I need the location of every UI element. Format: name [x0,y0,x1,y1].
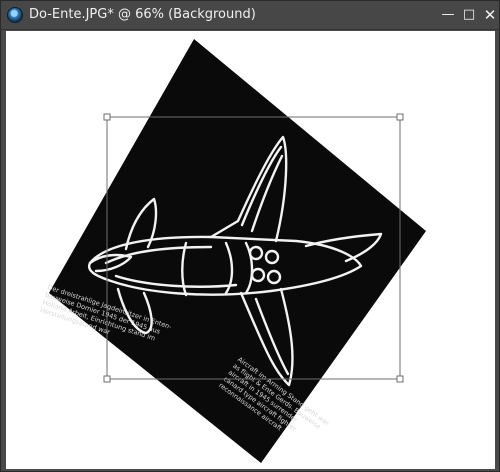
document-window: Do-Ente.JPG* @ 66% (Background) — □ ✕ De… [0,0,500,472]
transform-handle-top-right[interactable] [396,113,404,121]
transform-handle-top-left[interactable] [103,113,111,121]
maximize-icon[interactable]: □ [459,5,479,25]
close-icon[interactable]: ✕ [480,5,500,25]
canvas-svg: Der dreistrahlige Jagdeinsitzer in Enten… [39,39,426,463]
minimize-icon[interactable]: — [438,5,458,25]
transform-handle-bottom-left[interactable] [103,375,111,383]
window-title: Do-Ente.JPG* @ 66% (Background) [29,7,256,22]
document-canvas[interactable]: Der dreistrahlige Jagdeinsitzer in Enten… [6,31,495,469]
title-bar[interactable]: Do-Ente.JPG* @ 66% (Background) — □ ✕ [1,1,499,30]
transform-handle-bottom-right[interactable] [396,375,404,383]
document-icon [7,7,23,23]
